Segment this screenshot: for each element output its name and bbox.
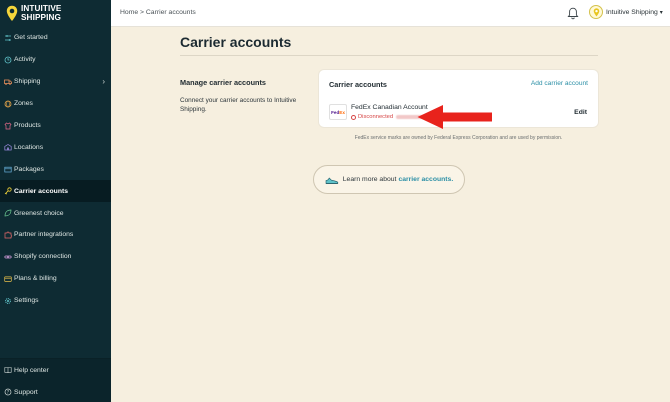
sidebar-item-help-center[interactable]: Help center [0, 359, 111, 381]
caret-down-icon: ▾ [659, 9, 663, 16]
section-heading: Manage carrier accounts [180, 78, 266, 87]
fedex-logo: Fed Ex [329, 104, 347, 120]
sidebar-item-shopify-connection[interactable]: Shopify connection [0, 246, 111, 268]
breadcrumb[interactable]: Home > Carrier accounts [120, 9, 196, 16]
user-name: Intuitive Shipping [606, 8, 658, 16]
sidebar: INTUITIVE SHIPPING Get started Activity … [0, 0, 111, 402]
sidebar-item-zones[interactable]: Zones [0, 93, 111, 115]
sidebar-item-label: Products [14, 122, 41, 129]
globe-icon [3, 99, 12, 108]
sidebar-item-get-started[interactable]: Get started [0, 27, 111, 49]
card-title: Carrier accounts [329, 80, 387, 89]
sidebar-item-label: Support [14, 388, 38, 396]
brand-logo[interactable]: INTUITIVE SHIPPING [0, 0, 111, 27]
location-pin-icon [6, 5, 18, 21]
book-icon [3, 366, 12, 375]
sidebar-footer: Help center ? Support [0, 358, 111, 402]
status-text: Disconnected [358, 114, 394, 120]
fedex-disclaimer: FedEx service marks are owned by Federal… [354, 135, 563, 141]
sidebar-item-label: Carrier accounts [14, 187, 69, 195]
brand-name: INTUITIVE SHIPPING [21, 4, 62, 22]
building-icon [3, 143, 12, 152]
top-bar: Home > Carrier accounts Intuitive Shippi… [111, 0, 670, 27]
sidebar-item-label: Help center [14, 366, 49, 374]
sidebar-item-label: Shipping [14, 78, 41, 86]
sidebar-item-label: Get started [14, 34, 48, 42]
status-circle-icon [351, 114, 356, 120]
title-divider [180, 55, 598, 56]
activity-icon [3, 55, 12, 64]
shoe-icon [325, 175, 339, 185]
gear-icon [3, 296, 12, 305]
chevron-right-icon: › [102, 76, 105, 86]
edit-account-button[interactable]: Edit [574, 109, 587, 116]
key-icon [3, 187, 12, 196]
section-description: Connect your carrier accounts to Intuiti… [180, 97, 297, 114]
sidebar-item-packages[interactable]: Packages [0, 158, 111, 180]
sidebar-item-shipping[interactable]: Shipping › [0, 71, 111, 93]
sidebar-item-carrier-accounts[interactable]: Carrier accounts [0, 180, 111, 203]
link-icon [3, 252, 12, 261]
puzzle-icon [3, 230, 12, 239]
sidebar-item-label: Plans & billing [14, 275, 57, 283]
sidebar-item-label: Greenest choice [14, 209, 64, 217]
truck-icon [3, 77, 12, 86]
sliders-icon [3, 33, 12, 42]
card-icon [3, 274, 12, 283]
learn-more-banner[interactable]: Learn more about carrier accounts. [313, 165, 465, 194]
sidebar-item-label: Zones [14, 100, 33, 108]
sidebar-item-support[interactable]: ? Support [0, 381, 111, 402]
sidebar-nav: Get started Activity Shipping › Zones Pr… [0, 27, 111, 312]
box-icon [3, 165, 12, 174]
annotation-arrow-icon [417, 105, 492, 129]
location-pin-icon [593, 7, 599, 16]
sidebar-item-settings[interactable]: Settings [0, 290, 111, 312]
sidebar-item-activity[interactable]: Activity [0, 49, 111, 71]
sidebar-item-plans-billing[interactable]: Plans & billing [0, 268, 111, 290]
leaf-icon [3, 209, 12, 218]
add-carrier-account-link[interactable]: Add carrier account [531, 80, 588, 87]
sidebar-item-greenest-choice[interactable]: Greenest choice [0, 202, 111, 224]
sidebar-item-label: Packages [14, 165, 44, 173]
sidebar-item-products[interactable]: Products [0, 115, 111, 137]
sidebar-item-label: Shopify connection [14, 253, 72, 261]
sidebar-item-label: Locations [14, 143, 44, 151]
learn-more-text: Learn more about [342, 176, 397, 183]
sidebar-item-label: Settings [14, 297, 39, 305]
shirt-icon [3, 121, 12, 130]
page-title: Carrier accounts [180, 34, 292, 50]
user-menu[interactable]: Intuitive Shipping ▾ [589, 5, 663, 19]
sidebar-item-label: Activity [14, 56, 36, 64]
sidebar-item-partner-integrations[interactable]: Partner integrations [0, 224, 111, 246]
carrier-accounts-help-link[interactable]: carrier accounts. [398, 176, 453, 183]
bell-icon[interactable] [567, 7, 579, 25]
sidebar-item-locations[interactable]: Locations [0, 136, 111, 158]
avatar [589, 5, 603, 19]
sidebar-item-label: Partner integrations [14, 231, 74, 239]
question-icon: ? [3, 388, 12, 397]
